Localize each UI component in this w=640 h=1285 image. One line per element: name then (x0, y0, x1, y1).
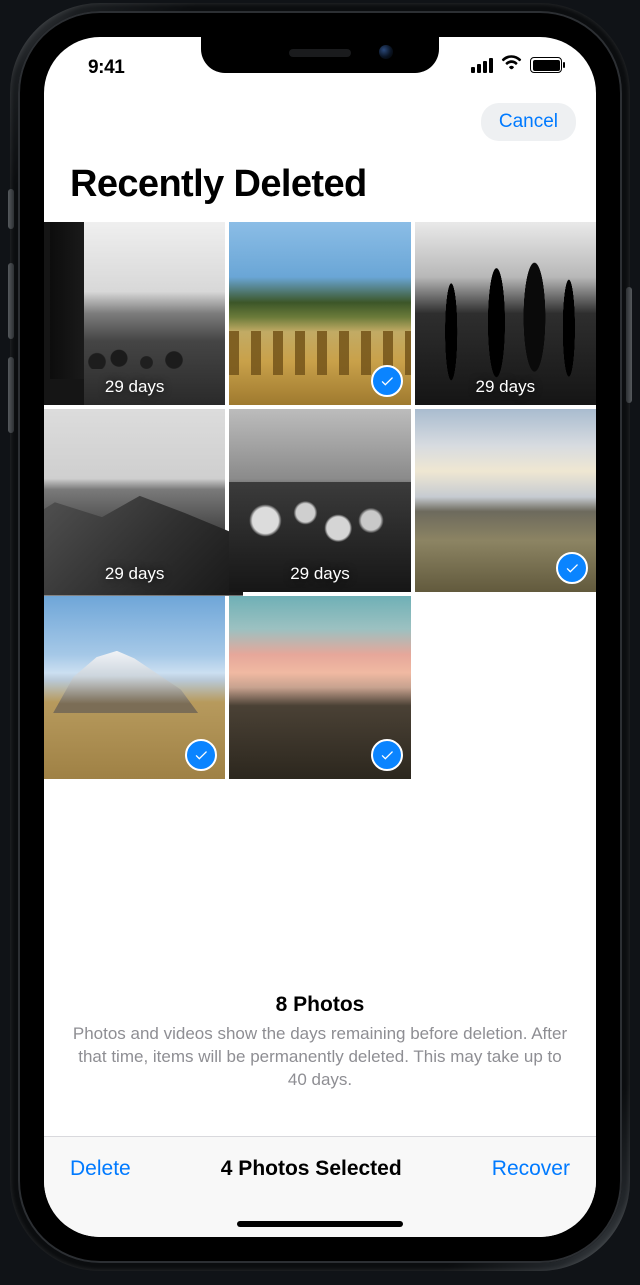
photo-count-label: 8 Photos (68, 993, 572, 1017)
days-remaining-label: 29 days (44, 564, 225, 584)
phone-frame: 9:41 Cancel Recently Deleted 29 day (10, 3, 630, 1271)
delete-button[interactable]: Delete (70, 1157, 131, 1181)
home-indicator[interactable] (237, 1221, 403, 1227)
bottom-toolbar: Delete 4 Photos Selected Recover (44, 1136, 596, 1237)
volume-up-button (8, 263, 14, 339)
notch (201, 37, 439, 73)
recover-button[interactable]: Recover (492, 1157, 570, 1181)
selected-check-icon (556, 552, 588, 584)
selected-check-icon (371, 739, 403, 771)
screen: 9:41 Cancel Recently Deleted 29 day (44, 37, 596, 1237)
side-button (626, 287, 632, 403)
wifi-icon (501, 55, 522, 75)
photo-thumbnail[interactable]: 29 days (415, 222, 596, 405)
front-camera (379, 45, 393, 59)
photo-thumbnail[interactable]: 29 days (44, 222, 225, 405)
page-title: Recently Deleted (44, 141, 596, 222)
selection-status-label: 4 Photos Selected (221, 1157, 402, 1181)
days-remaining-label: 29 days (229, 564, 410, 584)
photo-thumbnail[interactable]: 29 days (44, 409, 225, 592)
nav-bar: Cancel (44, 97, 596, 141)
info-block: 8 Photos Photos and videos show the days… (44, 779, 596, 1092)
cancel-button[interactable]: Cancel (481, 103, 576, 141)
photos-grid: 29 days 29 days 29 days 29 days (44, 222, 596, 779)
volume-down-button (8, 357, 14, 433)
photo-thumbnail[interactable] (44, 596, 225, 779)
status-time: 9:41 (88, 57, 124, 79)
days-remaining-label: 29 days (415, 377, 596, 397)
info-description: Photos and videos show the days remainin… (68, 1023, 572, 1092)
battery-icon (530, 57, 562, 73)
photo-thumbnail[interactable] (415, 409, 596, 592)
selected-check-icon (371, 365, 403, 397)
photo-thumbnail[interactable]: 29 days (229, 409, 410, 592)
speaker-grille (289, 49, 351, 57)
photo-thumbnail[interactable] (229, 596, 410, 779)
mute-switch (8, 189, 14, 229)
days-remaining-label: 29 days (44, 377, 225, 397)
cellular-icon (471, 58, 493, 73)
photo-thumbnail[interactable] (229, 222, 410, 405)
